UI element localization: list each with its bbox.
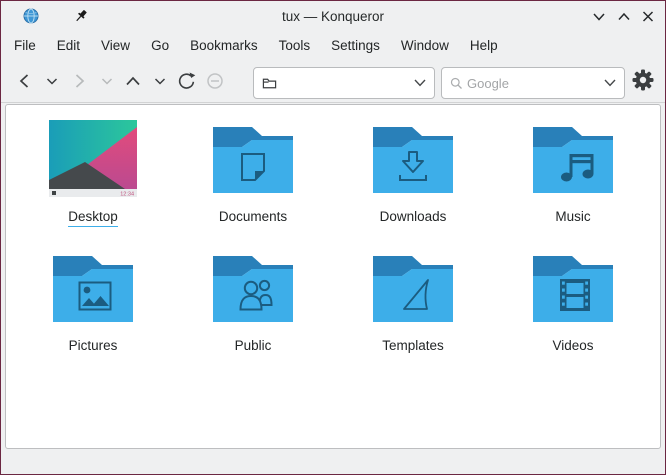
folder-label: Documents: [219, 210, 287, 224]
menu-tools[interactable]: Tools: [279, 38, 311, 53]
folder-label: Public: [235, 339, 272, 353]
desktop-preview-icon: 12:34: [49, 120, 137, 197]
folder-documents-icon: [209, 123, 297, 197]
folder-public-icon: [209, 252, 297, 326]
window-title: tux — Konqueror: [1, 1, 665, 31]
chevron-down-icon[interactable]: [414, 79, 426, 87]
menu-bookmarks[interactable]: Bookmarks: [190, 38, 258, 53]
preview-clock: 12:34: [120, 192, 134, 198]
close-button[interactable]: [640, 9, 656, 24]
minimize-button[interactable]: [591, 9, 607, 24]
gear-icon[interactable]: [630, 67, 656, 93]
folder-label: Videos: [552, 339, 593, 353]
menu-help[interactable]: Help: [470, 38, 498, 53]
forward-button[interactable]: [67, 69, 91, 93]
back-button[interactable]: [13, 69, 37, 93]
menu-edit[interactable]: Edit: [57, 38, 80, 53]
folder-item-desktop[interactable]: 12:34 Desktop: [31, 117, 155, 227]
location-input[interactable]: [281, 76, 410, 91]
back-history-button[interactable]: [40, 69, 64, 93]
menubar: File Edit View Go Bookmarks Tools Settin…: [1, 32, 665, 59]
folder-item-downloads[interactable]: Downloads: [351, 117, 475, 224]
folder-item-public[interactable]: Public: [191, 246, 315, 353]
menu-file[interactable]: File: [14, 38, 36, 53]
folder-label: Desktop: [68, 210, 118, 227]
toolbar: [1, 59, 665, 103]
folder-item-pictures[interactable]: Pictures: [31, 246, 155, 353]
folder-icon: [262, 76, 277, 91]
up-history-button[interactable]: [148, 69, 172, 93]
menu-go[interactable]: Go: [151, 38, 169, 53]
folder-item-templates[interactable]: Templates: [351, 246, 475, 353]
folder-downloads-icon: [369, 123, 457, 197]
folder-templates-icon: [369, 252, 457, 326]
reload-button[interactable]: [174, 69, 198, 93]
folder-item-music[interactable]: Music: [511, 117, 635, 224]
chevron-down-icon[interactable]: [604, 79, 616, 87]
search-input[interactable]: [467, 76, 600, 91]
stop-button[interactable]: [203, 69, 227, 93]
folder-item-videos[interactable]: Videos: [511, 246, 635, 353]
forward-history-button[interactable]: [95, 69, 119, 93]
folder-pictures-icon: [49, 252, 137, 326]
folder-label: Pictures: [69, 339, 118, 353]
menu-settings[interactable]: Settings: [331, 38, 380, 53]
up-button[interactable]: [121, 69, 145, 93]
folder-label: Downloads: [380, 210, 447, 224]
folder-item-documents[interactable]: Documents: [191, 117, 315, 224]
maximize-button[interactable]: [616, 9, 632, 24]
search-bar[interactable]: [441, 67, 625, 99]
titlebar: tux — Konqueror: [1, 1, 665, 31]
menu-window[interactable]: Window: [401, 38, 449, 53]
folder-videos-icon: [529, 252, 617, 326]
konqueror-window: tux — Konqueror File Edit View Go Bookma…: [0, 0, 666, 475]
location-bar[interactable]: [253, 67, 435, 99]
search-icon: [450, 77, 463, 90]
folder-music-icon: [529, 123, 617, 197]
folder-label: Music: [555, 210, 590, 224]
folder-label: Templates: [382, 339, 444, 353]
menu-view[interactable]: View: [101, 38, 130, 53]
